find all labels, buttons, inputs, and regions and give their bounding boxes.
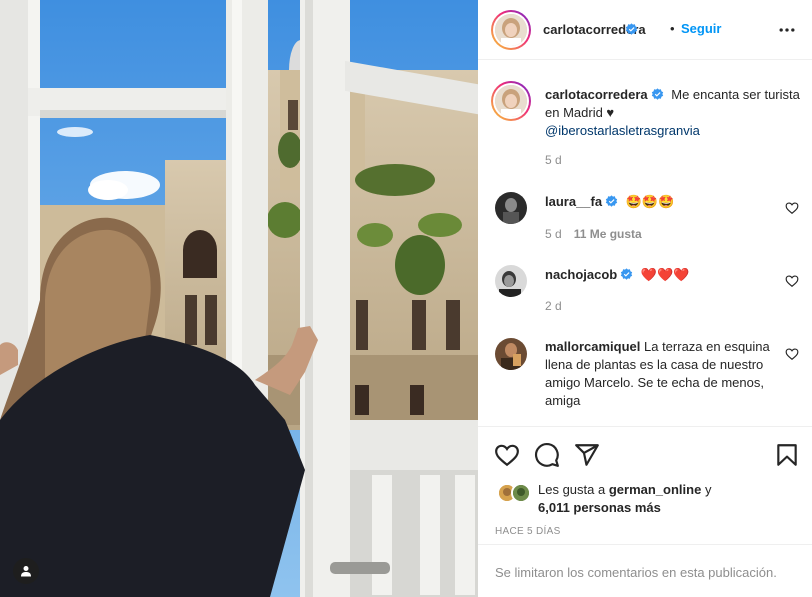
post-date[interactable]: HACE 5 DÍAS bbox=[495, 526, 561, 537]
comment-text: nachojacob ❤️❤️❤️ bbox=[545, 266, 785, 284]
heart-icon[interactable] bbox=[785, 201, 799, 215]
likes-text: Les gusta a german_online y 6,011 person… bbox=[538, 481, 788, 517]
commenter-avatar[interactable] bbox=[495, 265, 527, 297]
likes-prefix: Les gusta a bbox=[538, 482, 606, 497]
commenter-avatar[interactable] bbox=[495, 192, 527, 224]
heart-icon[interactable] bbox=[785, 347, 799, 361]
verified-icon bbox=[605, 195, 618, 207]
comments-limited-footer: Se limitaron los comentarios en esta pub… bbox=[478, 544, 812, 597]
caption-timestamp[interactable]: 5 d bbox=[545, 153, 562, 167]
commenter-username[interactable]: laura__fa bbox=[545, 194, 602, 209]
commenter-avatar[interactable] bbox=[495, 338, 527, 370]
comment-like-count[interactable]: 11 Me gusta bbox=[574, 227, 642, 241]
post-side-panel: carlotacorredera • Seguir carlotacorrede… bbox=[478, 0, 812, 597]
post-image[interactable] bbox=[0, 0, 478, 597]
caption-text: carlotacorredera Me encanta ser turista … bbox=[545, 86, 800, 140]
commenter-username[interactable]: nachojacob bbox=[545, 267, 617, 282]
verified-icon bbox=[625, 23, 638, 35]
share-icon[interactable] bbox=[574, 442, 600, 468]
bookmark-icon[interactable] bbox=[774, 442, 800, 468]
liker-avatar[interactable] bbox=[511, 483, 531, 503]
author-avatar[interactable] bbox=[491, 10, 531, 50]
more-options-icon[interactable] bbox=[776, 20, 798, 40]
caption-avatar[interactable] bbox=[491, 81, 531, 121]
comment-meta: 5 d 11 Me gusta bbox=[545, 227, 642, 241]
comment-text: mallorcamiquel La terraza en esquina lle… bbox=[545, 338, 785, 410]
comment-body: 🤩🤩🤩 bbox=[625, 194, 675, 209]
likes-user-link[interactable]: german_online bbox=[609, 482, 701, 497]
verified-icon bbox=[651, 88, 663, 100]
window-view-photo bbox=[0, 0, 478, 597]
comment-body: ❤️❤️❤️ bbox=[640, 267, 690, 282]
caption-mention-link[interactable]: @iberostarlasletrasgranvia bbox=[545, 123, 700, 138]
post-actions: Les gusta a german_online y 6,011 person… bbox=[478, 426, 812, 544]
verified-icon bbox=[621, 268, 633, 280]
comment-icon[interactable] bbox=[534, 442, 560, 468]
tag-user-button[interactable] bbox=[13, 558, 39, 584]
comment-meta: 2 d bbox=[545, 299, 562, 313]
comment-text: laura__fa 🤩🤩🤩 bbox=[545, 193, 785, 211]
heart-icon[interactable] bbox=[785, 274, 799, 288]
comment-timestamp[interactable]: 2 d bbox=[545, 299, 562, 313]
likes-count-link[interactable]: 6,011 personas más bbox=[538, 500, 661, 515]
heart-icon[interactable] bbox=[494, 442, 520, 468]
tag-user-icon bbox=[21, 566, 31, 577]
follow-button[interactable]: Seguir bbox=[681, 21, 721, 36]
caption-username[interactable]: carlotacorredera bbox=[545, 87, 648, 102]
comments-limited-text: Se limitaron los comentarios en esta pub… bbox=[495, 565, 777, 580]
likes-connector: y bbox=[704, 482, 712, 497]
separator-dot: • bbox=[670, 21, 675, 36]
post-header: carlotacorredera • Seguir bbox=[478, 0, 812, 60]
commenter-username[interactable]: mallorcamiquel bbox=[545, 339, 640, 354]
comment-timestamp[interactable]: 5 d bbox=[545, 227, 562, 241]
